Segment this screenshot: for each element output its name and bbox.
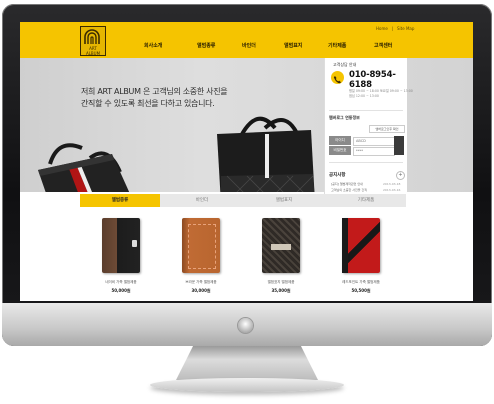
nav-item-customer-center[interactable]: 고객센터 — [374, 42, 392, 49]
product-price: 30,000원 — [191, 288, 211, 293]
notice-date: 2013-03-18 — [383, 182, 401, 186]
nav-item-album-types[interactable]: 앨범종류 — [197, 42, 215, 49]
cs-title: 고객상담 안내 — [333, 62, 357, 67]
password-input[interactable]: **** — [353, 147, 395, 156]
bag-image-left — [38, 143, 130, 192]
cs-phone-number: 010-8954-6188 — [349, 70, 396, 90]
notice-title: 공지사항 — [329, 173, 346, 178]
logo-arch-icon — [84, 29, 100, 44]
divider — [329, 110, 403, 111]
hero-line-2: 간직할 수 있도록 최선을 다하고 있습니다. — [81, 99, 215, 108]
screen: ART ALBUM Home | Site Map 회사소개 앨범종류 바인더 … — [20, 22, 473, 301]
product-price: 50,000원 — [111, 288, 131, 293]
id-label: 아이디 — [329, 136, 351, 145]
monitor-base — [150, 378, 344, 392]
bag-image-right — [217, 116, 315, 192]
tab-binder[interactable]: 바인더 — [162, 194, 242, 207]
notice-item[interactable]: [공지] 앨범제작관련 안내 — [331, 182, 363, 186]
logo-text: ART ALBUM — [85, 46, 101, 56]
member-title: 멤버로그 연동정보 — [329, 115, 360, 120]
product-image-red-album[interactable] — [342, 218, 380, 273]
member-login-button[interactable]: 멤버로그인후 확인 — [369, 125, 405, 133]
home-link[interactable]: Home — [376, 26, 388, 31]
divider — [329, 162, 403, 163]
tab-album-types[interactable]: 앨범종류 — [80, 194, 160, 207]
power-button[interactable] — [238, 318, 253, 333]
product-price: 50,500원 — [351, 288, 371, 293]
monitor-stand — [176, 346, 318, 380]
tab-other-products[interactable]: 기타제품 — [326, 194, 406, 207]
password-label: 비밀번호 — [329, 146, 351, 155]
notice-date: 2013-03-16 — [383, 188, 401, 192]
product-name: 앨범표지 앨범제품 — [267, 280, 295, 284]
tab-album-cover[interactable]: 앨범표지 — [244, 194, 324, 207]
header-bar: ART ALBUM Home | Site Map 회사소개 앨범종류 바인더 … — [20, 22, 473, 58]
product-image-patterned-album[interactable] — [262, 218, 300, 273]
hero-line-1: 저희 ART ALBUM 은 고객님의 소중한 사진을 — [81, 87, 228, 96]
nav-item-album-cover[interactable]: 앨범표지 — [284, 42, 302, 49]
product-name: 네이비 가죽 앨범제품 — [105, 280, 137, 284]
nav-item-other-products[interactable]: 기타제품 — [328, 42, 346, 49]
id-input[interactable]: ABCD — [353, 137, 395, 146]
notice-more-button[interactable]: + — [396, 171, 405, 180]
notice-item[interactable]: 고객님의 소중한 사진을 간직 — [331, 188, 367, 192]
product-tabs: 앨범종류 바인더 앨범표지 기타제품 — [80, 194, 406, 207]
sitemap-link[interactable]: Site Map — [397, 26, 414, 31]
nav-item-company[interactable]: 회사소개 — [144, 42, 162, 49]
product-name: 레드포인트 가죽 앨범제품 — [342, 280, 380, 284]
nav-item-binder[interactable]: 바인더 — [242, 42, 256, 49]
product-price: 35,000원 — [271, 288, 291, 293]
phone-icon — [331, 71, 344, 84]
product-image-black-album[interactable] — [102, 218, 140, 273]
site-logo[interactable]: ART ALBUM — [80, 26, 106, 56]
util-divider: | — [392, 26, 394, 31]
cs-hours-2: 점심 12:00 ~ 13:00 — [349, 94, 379, 98]
login-button[interactable] — [394, 136, 404, 155]
product-name: 브라운 가죽 앨범제품 — [185, 280, 217, 284]
customer-service-panel: 고객상담 안내 010-8954-6188 평일 09:00 ~ 18:00 토… — [324, 58, 413, 200]
product-image-brown-album[interactable] — [182, 218, 220, 273]
